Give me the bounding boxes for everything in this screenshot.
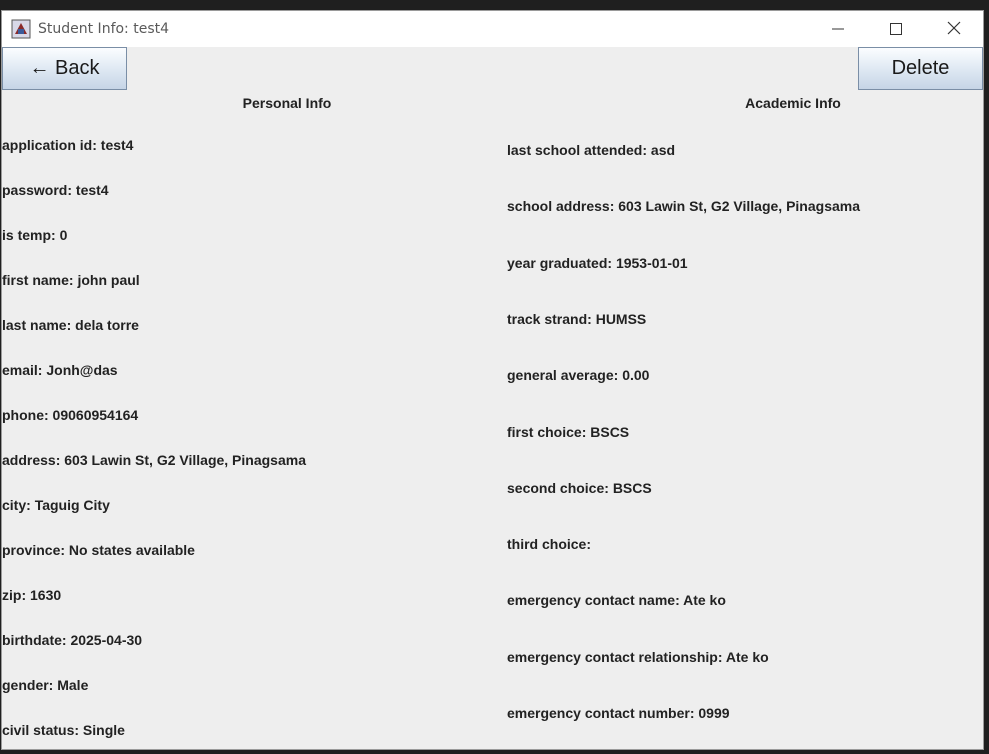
field-label: last name:	[2, 317, 72, 333]
field-label: city:	[2, 497, 31, 513]
personal-field-row: gender: Male	[2, 677, 88, 693]
field-value: Ate ko	[683, 592, 726, 609]
field-label: province:	[2, 542, 66, 558]
academic-field-row: general average: 0.00	[507, 367, 649, 383]
field-label: first name:	[2, 272, 74, 288]
personal-field-row: birthdate: 2025-04-30	[2, 632, 142, 648]
personal-field-row: first name: john paul	[2, 272, 140, 288]
field-label: emergency contact relationship:	[507, 648, 723, 665]
personal-field-row: civil status: Single	[2, 722, 125, 738]
field-label: birthdate:	[2, 632, 67, 648]
field-value: 1630	[30, 587, 62, 603]
field-label: gender:	[2, 677, 54, 693]
academic-field-row: second choice: BSCS	[507, 480, 652, 496]
field-value: Male	[57, 677, 89, 693]
personal-field-row: last name: dela torre	[2, 317, 139, 333]
close-icon	[947, 20, 961, 39]
field-label: last school attended:	[507, 142, 648, 158]
field-label: is temp:	[2, 227, 56, 243]
field-label: zip:	[2, 587, 27, 603]
field-value: Jonh@das	[46, 362, 118, 378]
personal-field-row: address: 603 Lawin St, G2 Village, Pinag…	[2, 452, 306, 468]
field-value: asd	[650, 142, 676, 158]
window-title: Student Info: test4	[38, 21, 170, 37]
field-value: 0	[59, 227, 68, 243]
field-value: 603 Lawin St, G2 Village, Pinagsama	[618, 198, 860, 215]
java-app-icon	[11, 19, 31, 39]
field-label: email:	[2, 362, 43, 378]
field-label: year graduated:	[507, 254, 613, 271]
field-value: 603 Lawin St, G2 Village, Pinagsama	[64, 452, 306, 468]
academic-field-row: school address: 603 Lawin St, G2 Village…	[507, 198, 860, 214]
delete-button[interactable]: Delete	[858, 47, 983, 90]
student-info-window: Student Info: test4 ← Back Delete Person…	[1, 10, 984, 750]
field-label: emergency contact number:	[507, 705, 695, 721]
personal-field-row: phone: 09060954164	[2, 407, 138, 423]
field-value: Ate ko	[725, 648, 769, 665]
field-value: BSCS	[590, 423, 630, 440]
field-value: 0999	[698, 705, 730, 721]
field-value: Single	[82, 722, 125, 738]
field-label: civil status:	[2, 722, 80, 738]
personal-field-row: zip: 1630	[2, 587, 61, 603]
field-value: 09060954164	[52, 407, 139, 423]
minimize-icon	[832, 20, 844, 39]
field-value: dela torre	[75, 317, 139, 333]
maximize-icon	[890, 20, 902, 39]
academic-field-row: last school attended: asd	[507, 142, 675, 158]
academic-field-row: first choice: BSCS	[507, 424, 629, 440]
field-value: 1953-01-01	[615, 254, 688, 271]
field-value: BSCS	[612, 479, 652, 496]
academic-field-row: track strand: HUMSS	[507, 311, 646, 327]
personal-field-row: is temp: 0	[2, 227, 67, 243]
content-panel: ← Back Delete Personal Info Academic Inf…	[2, 47, 983, 749]
field-value: test4	[100, 137, 134, 153]
personal-field-row: email: Jonh@das	[2, 362, 118, 378]
field-label: general average:	[507, 367, 619, 384]
personal-field-row: city: Taguig City	[2, 497, 110, 513]
minimize-button[interactable]	[809, 11, 867, 47]
field-label: address:	[2, 452, 61, 468]
window-controls	[809, 11, 983, 47]
personal-info-header: Personal Info	[242, 95, 332, 111]
maximize-button[interactable]	[867, 11, 925, 47]
field-label: first choice:	[507, 423, 587, 440]
personal-field-row: application id: test4	[2, 137, 133, 153]
field-separator	[591, 536, 595, 552]
title-bar[interactable]: Student Info: test4	[2, 11, 983, 47]
personal-field-row: province: No states available	[2, 542, 195, 558]
academic-info-header: Academic Info	[745, 95, 841, 111]
field-value: test4	[75, 182, 109, 198]
personal-field-row: password: test4	[2, 182, 109, 198]
field-value: 2025-04-30	[70, 632, 143, 648]
field-value: HUMSS	[595, 310, 647, 327]
field-label: second choice:	[507, 479, 609, 496]
field-value: No states available	[68, 542, 195, 558]
field-value: john paul	[77, 272, 140, 288]
academic-field-row: emergency contact number: 0999	[507, 705, 730, 721]
academic-field-row: year graduated: 1953-01-01	[507, 255, 688, 271]
field-label: password:	[2, 182, 73, 198]
field-label: emergency contact name:	[507, 592, 680, 609]
field-label: third choice:	[507, 536, 592, 553]
academic-field-row: emergency contact name: Ate ko	[507, 592, 726, 608]
back-button[interactable]: ← Back	[2, 47, 127, 90]
academic-field-row: third choice:	[507, 536, 595, 552]
field-label: school address:	[507, 198, 615, 215]
academic-field-row: emergency contact relationship: Ate ko	[507, 649, 769, 665]
field-value: 0.00	[622, 367, 650, 384]
field-label: phone:	[2, 407, 49, 423]
field-label: application id:	[2, 137, 97, 153]
close-button[interactable]	[925, 11, 983, 47]
field-value: Taguig City	[34, 497, 110, 513]
field-label: track strand:	[507, 310, 592, 327]
